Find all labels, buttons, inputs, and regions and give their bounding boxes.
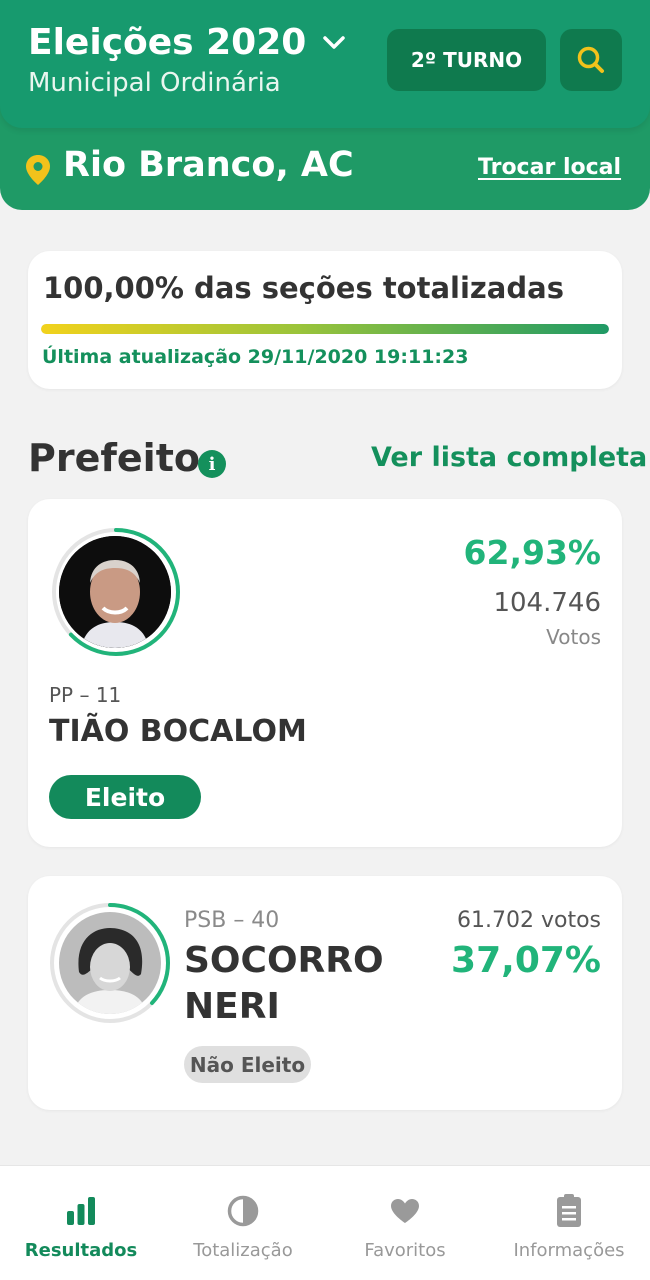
bar-chart-icon — [64, 1194, 98, 1228]
info-icon[interactable]: i — [198, 450, 226, 478]
nav-item-favoritos[interactable]: Favoritos — [324, 1166, 486, 1280]
candidate-name-line2: NERI — [184, 986, 280, 1027]
nav-item-informacoes[interactable]: Informações — [488, 1166, 650, 1280]
candidate-photo — [59, 536, 171, 648]
location-pin-icon — [26, 155, 50, 185]
turno-button[interactable]: 2º TURNO — [387, 29, 546, 91]
totalization-title: 100,00% das seções totalizadas — [43, 271, 564, 305]
section-title: Prefeito — [28, 436, 200, 480]
nav-item-totalizacao[interactable]: Totalização — [162, 1166, 324, 1280]
avatar — [59, 912, 161, 1014]
candidate-percentage: 62,93% — [463, 533, 601, 572]
candidate-photo — [59, 912, 161, 1014]
status-badge: Eleito — [49, 775, 201, 819]
nav-label: Informações — [513, 1240, 625, 1261]
app-title: Eleições 2020 — [28, 22, 307, 63]
totalization-card: 100,00% das seções totalizadas Última at… — [28, 251, 622, 389]
candidate-name: TIÃO BOCALOM — [49, 714, 307, 749]
last-update-text: Última atualização 29/11/2020 19:11:23 — [42, 346, 469, 368]
candidate-votes: 104.746 — [493, 588, 601, 618]
nav-label: Favoritos — [364, 1240, 446, 1261]
votes-label: Votos — [546, 625, 601, 649]
candidate-name: SOCORRO NERI — [184, 938, 384, 1030]
avatar — [59, 536, 171, 648]
candidate-votes: 61.702 votos — [457, 908, 601, 933]
candidate-card[interactable]: PSB – 40 SOCORRO NERI 61.702 votos 37,07… — [28, 876, 622, 1110]
candidate-party: PSB – 40 — [184, 908, 280, 933]
nav-item-resultados[interactable]: Resultados — [0, 1166, 162, 1280]
status-badge: Não Eleito — [184, 1046, 311, 1083]
pie-chart-icon — [226, 1194, 260, 1228]
election-selector[interactable]: Eleições 2020 — [28, 22, 348, 63]
totalization-progress-bar — [41, 324, 609, 334]
progress-fill — [41, 324, 609, 334]
header: Eleições 2020 Municipal Ordinária 2º TUR… — [0, 0, 650, 210]
bottom-navigation: Resultados Totalização Favoritos Informa… — [0, 1165, 650, 1280]
change-location-link[interactable]: Trocar local — [478, 155, 621, 180]
clipboard-icon — [552, 1194, 586, 1228]
location-name: Rio Branco, AC — [63, 145, 354, 185]
header-top: Eleições 2020 Municipal Ordinária 2º TUR… — [0, 0, 650, 128]
nav-label: Resultados — [24, 1240, 138, 1261]
chevron-down-icon — [323, 35, 346, 49]
heart-icon — [388, 1194, 422, 1228]
candidate-percentage: 37,07% — [451, 940, 601, 981]
app-subtitle: Municipal Ordinária — [28, 68, 281, 98]
see-full-list-link[interactable]: Ver lista completa — [371, 442, 647, 473]
search-icon — [577, 46, 604, 73]
candidate-name-line1: SOCORRO — [184, 940, 384, 981]
candidate-party: PP – 11 — [49, 683, 122, 707]
nav-label: Totalização — [193, 1240, 293, 1261]
candidate-card[interactable]: 62,93% 104.746 Votos PP – 11 TIÃO BOCALO… — [28, 499, 622, 847]
search-button[interactable] — [560, 29, 622, 91]
